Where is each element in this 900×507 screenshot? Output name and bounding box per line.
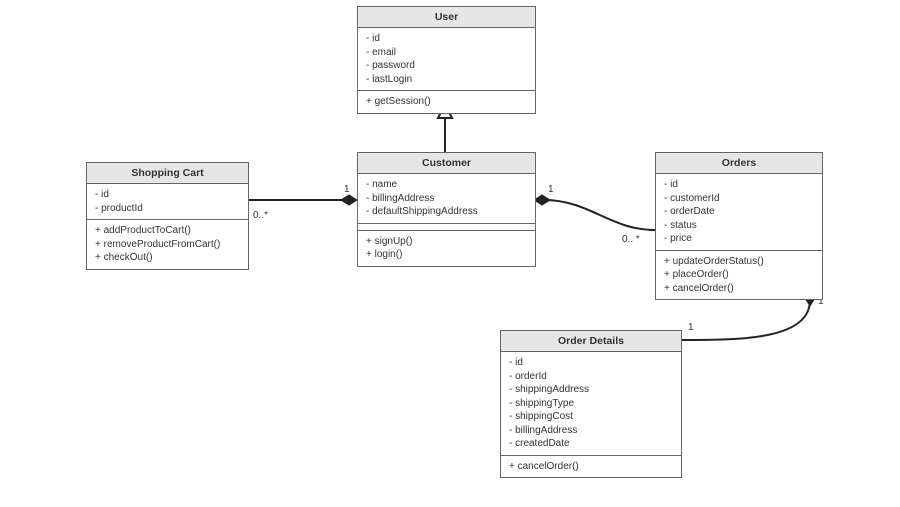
mult-orders-orderdetails-b: 1 <box>688 322 694 333</box>
attr: - shippingAddress <box>509 383 673 397</box>
attr: - email <box>366 46 527 60</box>
op: + getSession() <box>366 95 527 109</box>
attr: - shippingType <box>509 397 673 411</box>
class-orders-attrs: - id - customerId - orderDate - status -… <box>656 174 822 251</box>
class-customer: Customer - name - billingAddress - defau… <box>357 152 536 267</box>
class-orders: Orders - id - customerId - orderDate - s… <box>655 152 823 300</box>
diamond-customer-orders <box>534 195 550 205</box>
attr: - billingAddress <box>366 192 527 206</box>
class-cart-attrs: - id - productId <box>87 184 248 220</box>
class-orderdetails-attrs: - id - orderId - shippingAddress - shipp… <box>501 352 681 456</box>
class-orders-title: Orders <box>656 153 822 174</box>
uml-canvas: 1 0..* 1 0.. * 1 1 User - id - email - p… <box>0 0 900 507</box>
class-customer-empty <box>358 224 535 231</box>
class-shopping-cart: Shopping Cart - id - productId + addProd… <box>86 162 249 270</box>
op: + placeOrder() <box>664 268 814 282</box>
attr: - orderId <box>509 370 673 384</box>
op: + updateOrderStatus() <box>664 255 814 269</box>
attr: - defaultShippingAddress <box>366 205 527 219</box>
class-orderdetails-ops: + cancelOrder() <box>501 456 681 478</box>
mult-customer-orders-1: 1 <box>548 184 554 195</box>
attr: - password <box>366 59 527 73</box>
class-orders-ops: + updateOrderStatus() + placeOrder() + c… <box>656 251 822 300</box>
class-order-details: Order Details - id - orderId - shippingA… <box>500 330 682 478</box>
class-cart-ops: + addProductToCart() + removeProductFrom… <box>87 220 248 269</box>
attr: - billingAddress <box>509 424 673 438</box>
class-customer-title: Customer <box>358 153 535 174</box>
attr: - name <box>366 178 527 192</box>
attr: - orderDate <box>664 205 814 219</box>
attr: - id <box>509 356 673 370</box>
attr: - shippingCost <box>509 410 673 424</box>
op: + cancelOrder() <box>664 282 814 296</box>
edge-customer-orders <box>544 200 655 230</box>
class-orderdetails-title: Order Details <box>501 331 681 352</box>
class-customer-attrs: - name - billingAddress - defaultShippin… <box>358 174 535 224</box>
attr: - productId <box>95 202 240 216</box>
attr: - price <box>664 232 814 246</box>
class-user: User - id - email - password - lastLogin… <box>357 6 536 114</box>
mult-customer-cart-1: 1 <box>344 184 350 195</box>
op: + signUp() <box>366 235 527 249</box>
mult-customer-orders-many: 0.. * <box>622 234 640 245</box>
edge-orders-orderdetails <box>680 300 810 340</box>
op: + checkOut() <box>95 251 240 265</box>
class-customer-ops: + signUp() + login() <box>358 231 535 266</box>
attr: - lastLogin <box>366 73 527 87</box>
mult-customer-cart-many: 0..* <box>253 210 268 221</box>
attr: - createdDate <box>509 437 673 451</box>
class-user-title: User <box>358 7 535 28</box>
attr: - id <box>664 178 814 192</box>
diamond-customer-cart <box>341 195 357 205</box>
op: + addProductToCart() <box>95 224 240 238</box>
attr: - customerId <box>664 192 814 206</box>
attr: - id <box>95 188 240 202</box>
class-user-ops: + getSession() <box>358 91 535 113</box>
class-user-attrs: - id - email - password - lastLogin <box>358 28 535 91</box>
op: + removeProductFromCart() <box>95 238 240 252</box>
attr: - id <box>366 32 527 46</box>
op: + cancelOrder() <box>509 460 673 474</box>
op: + login() <box>366 248 527 262</box>
class-cart-title: Shopping Cart <box>87 163 248 184</box>
attr: - status <box>664 219 814 233</box>
